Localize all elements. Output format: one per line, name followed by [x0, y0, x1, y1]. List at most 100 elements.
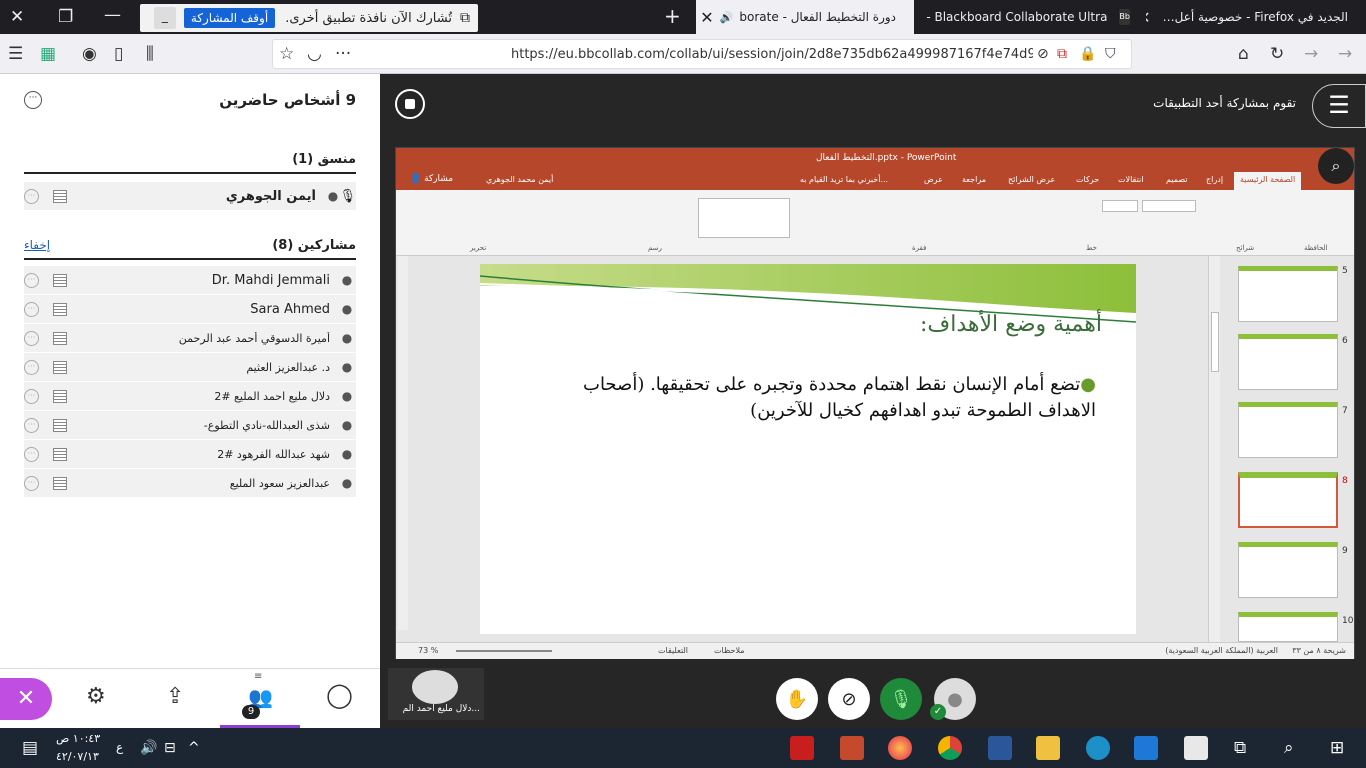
back-icon[interactable]: → [1338, 44, 1352, 64]
row-options-icon[interactable]: ··· [24, 330, 39, 346]
row-options-icon[interactable]: ··· [24, 388, 39, 404]
search-icon[interactable]: ⌕ [1284, 738, 1294, 758]
zoom-slider[interactable] [456, 650, 552, 652]
close-window-icon[interactable]: ✕ [10, 7, 24, 27]
url-bar[interactable]: ☆ ◡ ··· https://eu.bbcollab.com/collab/u… [272, 39, 1132, 69]
participant-row[interactable]: ● شذى العبدالله-نادي التطوع- ··· [24, 411, 356, 439]
reload-icon[interactable]: ↻ [1270, 44, 1284, 64]
library-icon[interactable]: ⫼ [146, 44, 154, 64]
captions-icon[interactable] [53, 360, 67, 374]
font-name-box[interactable] [1142, 200, 1196, 212]
acrobat-icon[interactable] [790, 736, 814, 760]
settings-icon[interactable]: ⚙ [86, 686, 106, 708]
new-tab-icon[interactable]: + [664, 6, 681, 26]
sidebar-icon[interactable]: ▯ [114, 44, 123, 64]
ppt-tab-design[interactable]: تصميم [1166, 175, 1188, 184]
task-view-icon[interactable]: ⧉ [1234, 738, 1246, 758]
slide-thumbnail[interactable] [1238, 266, 1338, 322]
vertical-scrollbar-slide[interactable] [1208, 256, 1220, 642]
edge-icon[interactable] [1086, 736, 1110, 760]
slide-thumbnail[interactable] [1238, 542, 1338, 598]
word-icon[interactable] [988, 736, 1012, 760]
notifications-icon[interactable]: ▤ [22, 738, 38, 758]
volume-icon[interactable]: 🔊 [140, 738, 157, 758]
row-options-icon[interactable]: ··· [24, 475, 39, 491]
participant-row[interactable]: ● دلال مليع احمد المليع #2 ··· [24, 382, 356, 410]
comments-button[interactable]: التعليقات [658, 646, 688, 655]
row-options-icon[interactable]: ··· [24, 417, 39, 433]
ppt-zoom-overlay-icon[interactable]: ⌕ [1318, 148, 1354, 184]
captions-icon[interactable] [53, 389, 67, 403]
stop-recording-button[interactable] [395, 89, 425, 119]
ppt-tab-home[interactable]: الصفحة الرئيسية [1234, 172, 1302, 190]
slide-thumbnail[interactable] [1238, 612, 1338, 642]
row-options-icon[interactable]: ··· [24, 446, 39, 462]
more-options-icon[interactable]: ··· [24, 91, 42, 109]
ppt-tell-me[interactable]: أخبرني بما تريد القيام به... [800, 175, 888, 184]
video-tile[interactable]: دلال مليع احمد الم... [388, 668, 484, 720]
captions-icon[interactable] [53, 418, 67, 432]
participant-row[interactable]: ● شهد عبدالله الفرهود #2 ··· [24, 440, 356, 468]
minimize-share-bar-button[interactable]: _ [153, 7, 176, 29]
font-size-box[interactable] [1102, 200, 1138, 212]
restore-window-icon[interactable]: ❐ [58, 7, 73, 27]
share-content-icon[interactable]: ⇪ [166, 686, 184, 708]
participant-row[interactable]: ● عبدالعزيز سعود المليع ··· [24, 469, 356, 497]
account-icon[interactable]: ◉ [82, 44, 97, 64]
chrome-icon[interactable] [938, 736, 962, 760]
moderator-row[interactable]: 🎙 ● أيمن الجوهري ··· [24, 182, 356, 210]
row-options-icon[interactable]: ··· [24, 272, 39, 288]
session-menu-button[interactable]: ☰ [1312, 84, 1366, 128]
notes-button[interactable]: ملاحظات [714, 646, 745, 655]
extensions-icon[interactable]: ▦ [40, 44, 56, 64]
microphone-button[interactable]: 🎙 [880, 678, 922, 720]
tab-close-icon[interactable]: ✕ [696, 8, 720, 27]
participant-row[interactable]: ● أميرة الدسوقي أحمد عبد الرحمن ··· [24, 324, 356, 352]
tab-blackboard[interactable]: Bb Blackboard Collaborate Ultra - ✕ [920, 0, 1136, 34]
ppt-tab-slideshow[interactable]: عرض الشرائح [1008, 175, 1055, 184]
tab-firefox[interactable]: الجديد في Firefox - خصوصية أعل… ✕ [1146, 0, 1366, 34]
file-explorer-icon[interactable] [1036, 736, 1060, 760]
slide-thumbnail[interactable] [1238, 334, 1338, 390]
participant-row[interactable]: ● Sara Ahmed ··· [24, 295, 356, 323]
powerpoint-icon[interactable] [840, 736, 864, 760]
captions-icon[interactable] [53, 476, 67, 490]
start-icon[interactable]: ⊞ [1330, 738, 1344, 758]
language-indicator[interactable]: ع [116, 740, 123, 754]
close-panel-button[interactable]: ✕ [0, 678, 52, 720]
store-icon[interactable] [1184, 736, 1208, 760]
scroll-thumb[interactable] [1211, 312, 1219, 372]
pocket-icon[interactable]: ◡ [307, 44, 322, 64]
url-text[interactable]: https://eu.bbcollab.com/collab/ui/sessio… [511, 47, 1033, 62]
permissions-icon[interactable]: ⊘ [1037, 44, 1049, 64]
ppt-tab-review[interactable]: مراجعة [962, 175, 986, 184]
captions-icon[interactable] [53, 447, 67, 461]
camera-off-button[interactable]: ⊘ [828, 678, 870, 720]
lock-icon[interactable]: 🔒 [1079, 44, 1096, 64]
shapes-gallery[interactable] [698, 198, 790, 238]
tab-close-icon[interactable]: ✕ [1146, 8, 1157, 27]
home-icon[interactable]: ⌂ [1238, 44, 1249, 64]
menu-icon[interactable]: ☰ [8, 44, 23, 64]
firefox-icon[interactable] [888, 736, 912, 760]
ppt-tab-insert[interactable]: إدراج [1206, 175, 1223, 184]
tab-session[interactable]: دورة التخطيط الفعال - borate 🔊 ✕ [696, 0, 914, 34]
ppt-tab-animations[interactable]: حركات [1076, 175, 1099, 184]
slide-thumbnail-selected[interactable] [1238, 472, 1338, 528]
participant-row[interactable]: ● د. عبدالعزيز العثيم ··· [24, 353, 356, 381]
vertical-scrollbar-left[interactable] [398, 256, 408, 630]
bookmark-star-icon[interactable]: ☆ [279, 44, 294, 64]
screen-share-icon[interactable]: ⧉ [1057, 44, 1067, 64]
row-options-icon[interactable]: ··· [24, 188, 39, 204]
ppt-share-button[interactable]: 👤 مشاركة [410, 174, 453, 184]
ppt-tab-transitions[interactable]: انتقالات [1118, 175, 1143, 184]
show-hidden-icons[interactable]: ^ [188, 738, 200, 758]
slide-thumbnail[interactable] [1238, 402, 1338, 458]
forward-icon[interactable]: → [1304, 44, 1318, 64]
tab-audio-icon[interactable]: 🔊 [720, 11, 734, 24]
ppt-tab-view[interactable]: عرض [924, 175, 943, 184]
chat-icon[interactable]: ◯ [326, 683, 353, 707]
captions-icon[interactable] [53, 302, 67, 316]
row-options-icon[interactable]: ··· [24, 359, 39, 375]
captions-icon[interactable] [53, 331, 67, 345]
